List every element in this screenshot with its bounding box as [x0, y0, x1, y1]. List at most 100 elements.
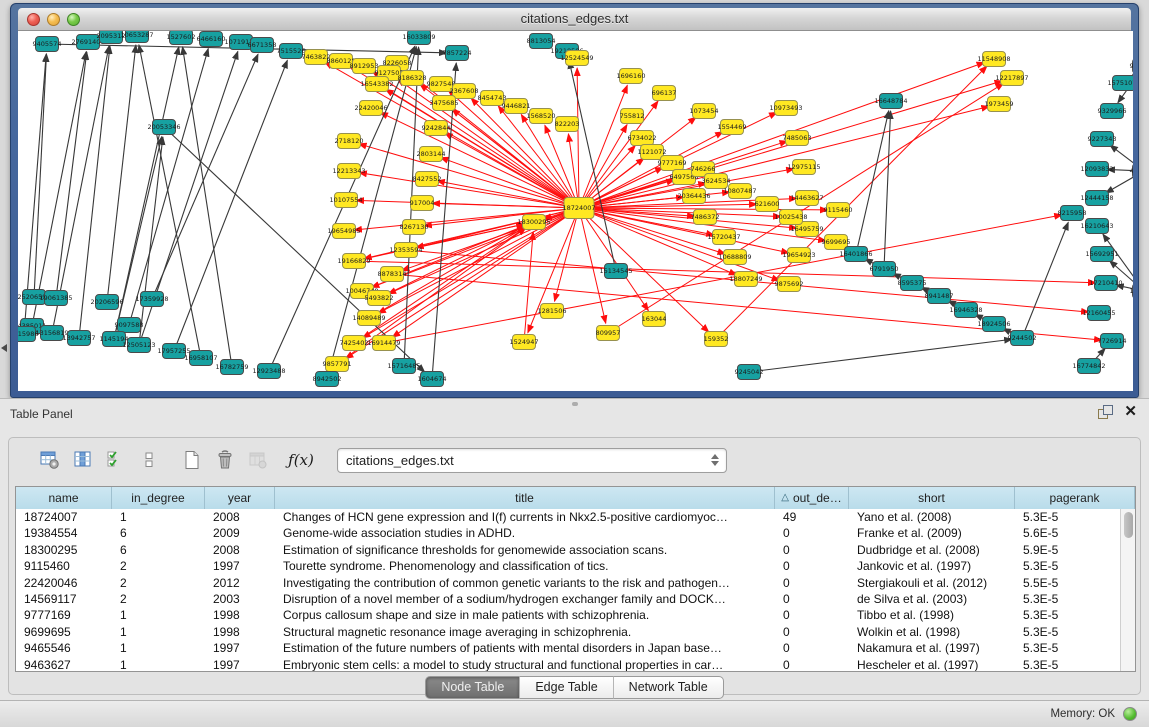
graph-node[interactable]: 8186328 [398, 71, 427, 86]
graph-node[interactable]: 20364436 [677, 189, 710, 204]
graph-node[interactable]: 1568520 [527, 109, 556, 124]
close-button[interactable] [27, 13, 40, 26]
graph-node[interactable]: 10807487 [723, 184, 756, 199]
graph-node[interactable]: 2718120 [335, 134, 364, 149]
graph-node[interactable]: 16033809 [402, 31, 435, 45]
table-row[interactable]: 946554611997Estimation of the future num… [16, 640, 1120, 656]
graph-node[interactable]: 16914479 [367, 336, 400, 351]
graph-node[interactable]: 12353594 [389, 243, 422, 258]
column-header-out_de[interactable]: △out_de… [775, 487, 849, 509]
graph-node[interactable]: 6466160 [197, 32, 226, 47]
graph-node[interactable]: 9242844 [422, 121, 451, 136]
graph-node[interactable]: 14463627 [790, 191, 823, 206]
graph-node[interactable]: 16774842 [1072, 359, 1105, 374]
graph-node[interactable]: 16401866 [839, 247, 872, 262]
network-canvas[interactable]: 9405574276914062095312106532871527602646… [18, 31, 1133, 391]
graph-node[interactable]: 12923488 [252, 364, 285, 379]
minimize-button[interactable] [47, 13, 60, 26]
close-panel-icon[interactable]: ✕ [1124, 405, 1137, 419]
graph-node[interactable]: 10107554 [329, 193, 362, 208]
graph-node[interactable]: 7726914 [1098, 334, 1127, 349]
function-builder-button[interactable]: ƒ(x) [290, 449, 312, 471]
graph-node[interactable]: 20053346 [147, 120, 180, 135]
graph-node[interactable]: 6791950 [870, 262, 899, 277]
graph-node[interactable]: 10653287 [120, 31, 153, 43]
table-row[interactable]: 1830029562008Estimation of significance … [16, 542, 1120, 558]
graph-node[interactable]: 18724007 [562, 198, 595, 219]
graph-node[interactable]: 22420046 [354, 101, 387, 116]
graph-node[interactable]: 18300295 [517, 215, 550, 230]
collapse-panel-icon[interactable] [1, 344, 7, 352]
column-header-title[interactable]: title [275, 487, 775, 509]
delete-column-button[interactable] [214, 449, 236, 471]
graph-node[interactable]: 8878314 [378, 267, 407, 282]
graph-node[interactable]: 17210410 [1089, 276, 1122, 291]
graph-node[interactable]: 1073454 [690, 104, 719, 119]
graph-node[interactable]: 10688809 [718, 250, 751, 265]
graph-node[interactable]: 6671358 [248, 38, 277, 53]
graph-node[interactable]: 18807249 [729, 272, 762, 287]
create-column-button[interactable] [181, 449, 203, 471]
graph-node[interactable]: 159352 [704, 332, 729, 347]
graph-node[interactable]: 3475685 [430, 96, 459, 111]
graph-node[interactable]: 755812 [620, 109, 645, 124]
graph-node[interactable]: 16210643 [1080, 219, 1113, 234]
graph-node[interactable]: 8595375 [898, 276, 927, 291]
graph-node[interactable]: 9405574 [33, 37, 62, 52]
float-panel-icon[interactable] [1098, 405, 1112, 419]
graph-node[interactable]: 16782759 [215, 360, 248, 375]
graph-node[interactable]: 163044 [642, 312, 667, 327]
graph-node[interactable]: 9244502 [1008, 331, 1037, 346]
unselect-all-columns-button[interactable] [138, 449, 160, 471]
graph-node[interactable]: 1604674 [418, 372, 447, 387]
table-scrollbar[interactable] [1120, 509, 1135, 671]
graph-node[interactable]: 13942757 [62, 331, 95, 346]
graph-node[interactable]: 9857791 [323, 357, 352, 372]
graph-node[interactable]: 5493822 [365, 291, 394, 306]
graph-node[interactable]: 8941487 [925, 289, 954, 304]
table-options-button[interactable] [39, 449, 61, 471]
graph-node[interactable]: 16946328 [949, 303, 982, 318]
memory-ok-indicator[interactable] [1123, 707, 1137, 721]
graph-node[interactable]: 809957 [596, 326, 621, 341]
graph-node[interactable]: 15716485 [387, 359, 420, 374]
graph-node[interactable]: 8267130 [400, 220, 429, 235]
graph-node[interactable]: 9245042 [735, 365, 764, 380]
graph-node[interactable]: 7485063 [783, 131, 812, 146]
graph-node[interactable]: 9329966 [1098, 104, 1127, 119]
graph-node[interactable]: 18924506 [977, 317, 1010, 332]
graph-node[interactable]: 1777063 [1130, 284, 1133, 299]
graph-node[interactable]: 9115460 [824, 203, 853, 218]
column-header-in_degree[interactable]: in_degree [112, 487, 205, 509]
graph-node[interactable]: 8215958 [1058, 206, 1087, 221]
graph-node[interactable]: 14089489 [352, 311, 385, 326]
graph-node[interactable]: 917004 [410, 196, 435, 211]
graph-node[interactable]: 15692951 [1085, 247, 1118, 262]
tab-edge-table[interactable]: Edge Table [520, 676, 613, 699]
column-header-year[interactable]: year [205, 487, 275, 509]
table-row[interactable]: 977716911998Corpus callosum shape and si… [16, 607, 1120, 623]
graph-node[interactable]: 822203 [555, 117, 580, 132]
graph-node[interactable]: 12505123 [122, 338, 155, 353]
table-selector-dropdown[interactable]: citations_edges.txt [337, 448, 727, 473]
table-row[interactable]: 1872400712008Changes of HCN gene express… [16, 509, 1120, 525]
table-row[interactable]: 946362711997Embryonic stem cells: a mode… [16, 657, 1120, 671]
graph-node[interactable]: 15720437 [707, 230, 740, 245]
graph-node[interactable]: 696137 [652, 86, 677, 101]
graph-node[interactable]: 9777169 [658, 156, 687, 171]
delete-table-button[interactable] [247, 449, 269, 471]
graph-node[interactable]: 16958107 [184, 351, 217, 366]
show-column-button[interactable] [72, 449, 94, 471]
graph-node[interactable]: 19654923 [782, 248, 815, 263]
graph-node[interactable]: 621600 [755, 197, 780, 212]
graph-node[interactable]: 8427552 [413, 172, 442, 187]
graph-node[interactable]: 1527602 [167, 31, 196, 45]
select-all-columns-button[interactable] [105, 449, 127, 471]
graph-node[interactable]: 20206596 [90, 295, 123, 310]
graph-node[interactable]: 2803144 [417, 147, 446, 162]
graph-node[interactable]: 19166829 [337, 254, 370, 269]
graph-node[interactable]: 12093832 [1080, 162, 1113, 177]
graph-node[interactable]: 19654985 [327, 224, 360, 239]
table-row[interactable]: 1456911722003Disruption of a novel membe… [16, 591, 1120, 607]
table-row[interactable]: 2242004622012Investigating the contribut… [16, 575, 1120, 591]
